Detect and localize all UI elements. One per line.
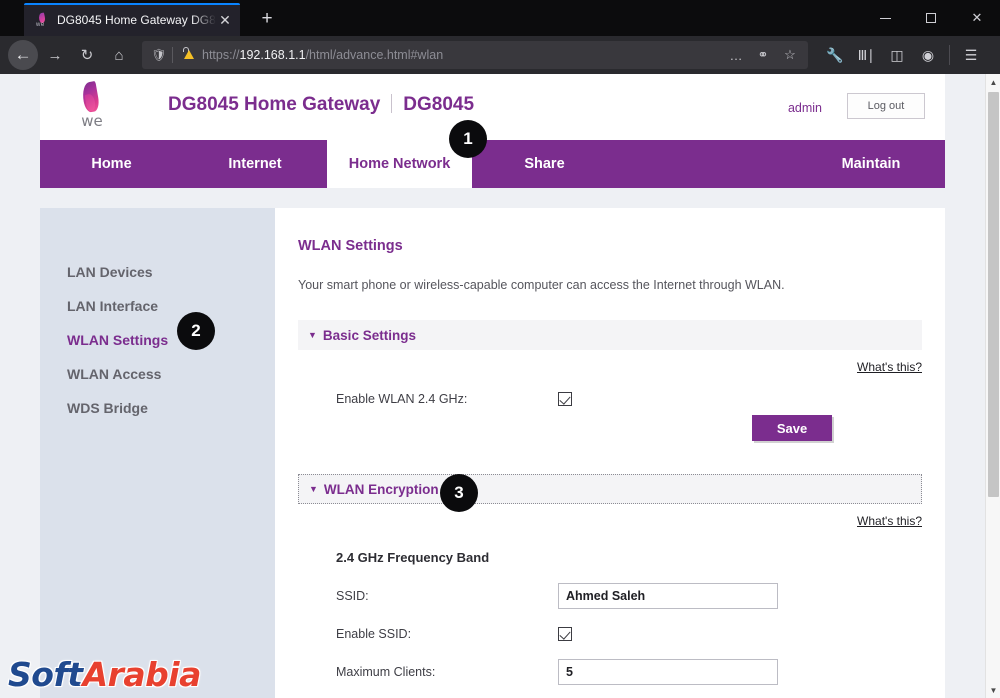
- account-icon[interactable]: ◉: [913, 40, 943, 70]
- hamburger-menu-icon[interactable]: ☰: [956, 40, 986, 70]
- enable-wlan-row: Enable WLAN 2.4 GHz:: [298, 392, 922, 406]
- bookmark-star-icon[interactable]: ☆: [778, 43, 802, 67]
- basic-settings-label: Basic Settings: [322, 327, 416, 343]
- tab-strip: we DG8045 Home Gateway DG804 ✕ + ✕: [0, 0, 1000, 36]
- url-scheme: https://: [202, 48, 240, 62]
- chevron-down-icon: ▼: [308, 330, 317, 340]
- url-path: /html/advance.html#wlan: [305, 48, 444, 62]
- enable-ssid-row: Enable SSID:: [298, 627, 922, 641]
- model-name: DG8045: [403, 94, 475, 115]
- chevron-down-icon: ▼: [309, 484, 318, 494]
- scroll-down-icon[interactable]: ▼: [986, 682, 1000, 698]
- address-bar-actions: … ⚭ ☆: [724, 43, 802, 67]
- forward-button[interactable]: →: [40, 40, 70, 70]
- maximize-icon[interactable]: [908, 0, 954, 36]
- page-viewport: we DG8045 Home Gateway DG8045 admin Log o…: [0, 74, 1000, 698]
- sidebar-icon[interactable]: ◫: [882, 40, 912, 70]
- divider: [391, 94, 393, 113]
- tab-maintain[interactable]: Maintain: [797, 140, 945, 188]
- whats-this-link-encryption[interactable]: What's this?: [298, 504, 922, 528]
- max-clients-row: Maximum Clients:: [298, 659, 922, 685]
- sidebar-item-wlan-access[interactable]: WLAN Access: [40, 357, 275, 391]
- content-area: LAN Devices LAN Interface WLAN Settings …: [40, 208, 945, 698]
- tab-title: DG8045 Home Gateway DG804: [57, 12, 216, 27]
- sidebar-item-lan-devices[interactable]: LAN Devices: [40, 255, 275, 289]
- we-flame-icon: we: [34, 11, 50, 28]
- frequency-band-title: 2.4 GHz Frequency Band: [336, 550, 490, 565]
- enable-wlan-checkbox[interactable]: [558, 392, 572, 406]
- home-button[interactable]: ⌂: [104, 40, 134, 70]
- we-logo: we: [68, 80, 116, 132]
- shield-icon[interactable]: 🛡: [148, 48, 170, 62]
- watermark-part-1: Soft: [8, 655, 83, 694]
- library-icon[interactable]: Ⅲ∣: [851, 40, 881, 70]
- basic-settings-header[interactable]: ▼ Basic Settings: [298, 320, 922, 350]
- wlan-encryption-label: WLAN Encryption: [323, 481, 439, 497]
- tab-home[interactable]: Home: [40, 140, 183, 188]
- save-button[interactable]: Save: [752, 415, 832, 441]
- tab-share[interactable]: Share: [472, 140, 617, 188]
- window-controls: ✕: [862, 0, 1000, 36]
- close-icon[interactable]: ✕: [216, 11, 234, 29]
- url-text: https://192.168.1.1/html/advance.html#wl…: [202, 48, 724, 62]
- flame-icon: [80, 80, 101, 114]
- router-admin-page: we DG8045 Home Gateway DG8045 admin Log o…: [0, 74, 985, 698]
- browser-toolbar: ← → ↻ ⌂ 🛡 https://192.168.1.1/html/advan…: [0, 36, 1000, 74]
- enable-wlan-label: Enable WLAN 2.4 GHz:: [336, 392, 468, 406]
- url-host: 192.168.1.1: [239, 48, 306, 62]
- reload-button[interactable]: ↻: [72, 40, 102, 70]
- back-button[interactable]: ←: [8, 40, 38, 70]
- whats-this-link-basic[interactable]: What's this?: [298, 350, 922, 374]
- scrollbar-thumb[interactable]: [988, 92, 999, 497]
- sidebar-item-wlan-settings[interactable]: WLAN Settings: [40, 323, 275, 357]
- max-clients-input[interactable]: [558, 659, 778, 685]
- browser-tab[interactable]: we DG8045 Home Gateway DG804 ✕: [24, 3, 240, 36]
- ssid-row: SSID:: [298, 583, 922, 609]
- watermark-part-2: Arabia: [82, 655, 202, 694]
- softarabia-watermark: SoftArabia: [8, 655, 201, 694]
- lock-warning-icon[interactable]: [179, 46, 195, 64]
- page-title: DG8045 Home Gateway DG8045: [168, 94, 474, 116]
- sidebar: LAN Devices LAN Interface WLAN Settings …: [40, 208, 275, 698]
- pocket-icon[interactable]: ⚭: [751, 43, 775, 67]
- wrench-icon[interactable]: 🔧: [820, 40, 850, 70]
- max-clients-label: Maximum Clients:: [336, 665, 436, 679]
- section-description: Your smart phone or wireless-capable com…: [298, 278, 785, 292]
- ssid-input[interactable]: [558, 583, 778, 609]
- settings-panel: WLAN Settings Your smart phone or wirele…: [275, 208, 945, 698]
- close-icon[interactable]: ✕: [954, 0, 1000, 36]
- sidebar-item-lan-interface[interactable]: LAN Interface: [40, 289, 275, 323]
- logout-button[interactable]: Log out: [847, 93, 925, 119]
- logo-text: we: [81, 112, 103, 130]
- current-user-label: admin: [787, 101, 822, 115]
- enable-ssid-checkbox[interactable]: [558, 627, 572, 641]
- section-title: WLAN Settings: [298, 238, 403, 254]
- page-scrollbar[interactable]: ▲ ▼: [985, 74, 1000, 698]
- tab-internet[interactable]: Internet: [183, 140, 327, 188]
- brand-title: DG8045 Home Gateway: [168, 94, 381, 115]
- ssid-label: SSID:: [336, 589, 369, 603]
- new-tab-button[interactable]: +: [252, 5, 282, 33]
- toolbar-icons: 🔧 Ⅲ∣ ◫ ◉ ☰: [820, 40, 986, 70]
- minimize-icon[interactable]: [862, 0, 908, 36]
- main-nav-tabs: Home Internet Home Network Share Maintai…: [40, 140, 945, 188]
- wlan-encryption-header[interactable]: ▼ WLAN Encryption: [298, 474, 922, 504]
- page-actions-icon[interactable]: …: [724, 43, 748, 67]
- sidebar-item-wds-bridge[interactable]: WDS Bridge: [40, 391, 275, 425]
- divider: [949, 45, 950, 65]
- enable-ssid-label: Enable SSID:: [336, 627, 412, 641]
- save-row: Save: [298, 406, 922, 446]
- scroll-up-icon[interactable]: ▲: [986, 74, 1000, 90]
- router-header: we DG8045 Home Gateway DG8045 admin Log o…: [40, 74, 945, 140]
- divider: [172, 47, 173, 63]
- callout-badge-1: 1: [449, 120, 487, 158]
- browser-window: we DG8045 Home Gateway DG804 ✕ + ✕ ← → ↻…: [0, 0, 1000, 698]
- callout-badge-3: 3: [440, 474, 478, 512]
- address-bar[interactable]: 🛡 https://192.168.1.1/html/advance.html#…: [142, 41, 808, 69]
- callout-badge-2: 2: [177, 312, 215, 350]
